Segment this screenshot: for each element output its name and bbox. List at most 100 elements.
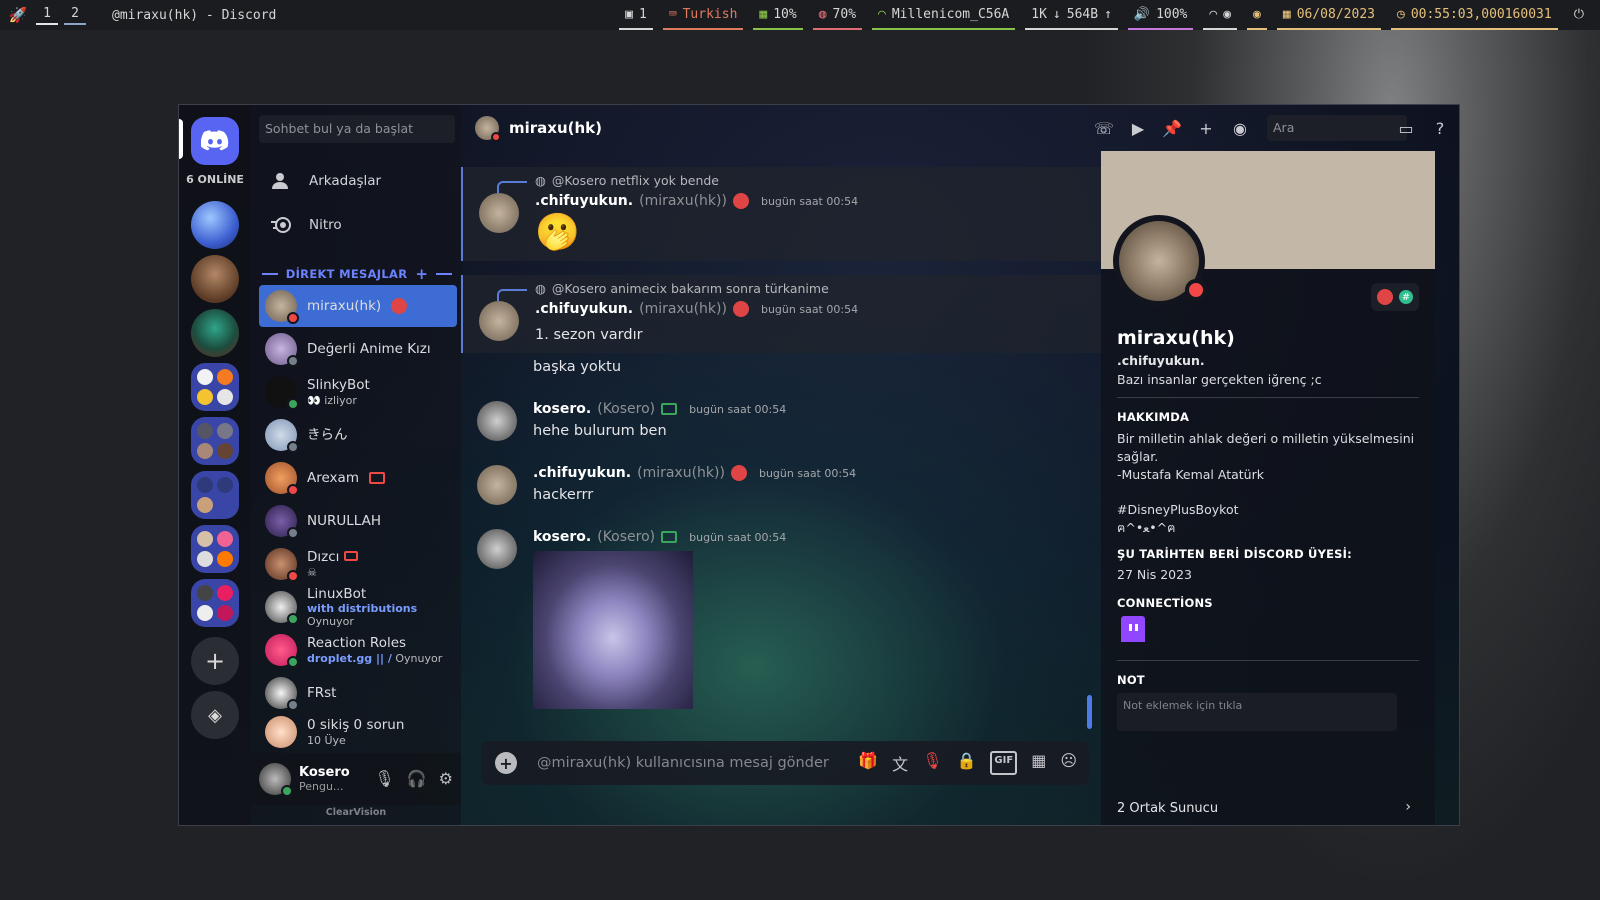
server-folder[interactable] [191,417,239,465]
message[interactable]: kosero. (Kosero) bugün saat 00:54 [461,525,1101,715]
message-avatar[interactable] [479,301,519,341]
dm-item[interactable]: FRst [259,672,457,714]
message[interactable]: kosero. (Kosero) bugün saat 00:54 hehe bul… [461,397,1101,447]
server-folder[interactable] [191,579,239,627]
profile-custom-status: Bazı insanlar gerçekten iğrenç ;c [1117,372,1322,387]
message-avatar[interactable] [479,193,519,233]
twitch-icon[interactable] [1121,615,1145,642]
voice-call-icon[interactable]: ☏ [1093,117,1115,139]
user-avatar[interactable] [259,763,293,797]
desktop-icon [368,472,385,484]
wifi-icon: ◠ [878,6,886,22]
dm-item[interactable]: Arexam [259,457,457,499]
server-folder[interactable] [191,525,239,573]
message-composer[interactable]: + @miraxu(hk) kullanıcısına mesaj gönder… [481,741,1089,785]
note-label: NOT [1117,672,1145,687]
user-panel: Kosero Pengu... 🎙 🎧 ⚙ [251,753,461,805]
chat-scrollbar[interactable] [1087,695,1092,729]
idle-inhibitor-module[interactable]: ◉ [1247,0,1267,30]
message[interactable]: .chifuyukun. (miraxu(hk)) bugün saat 00:54… [461,461,1101,511]
pin-icon[interactable]: 📌 [1161,117,1183,139]
avatar [265,634,299,668]
create-dm-plus-icon[interactable]: + [415,265,428,283]
nav-friends[interactable]: Arkadaşlar [259,161,455,201]
launcher-icon[interactable]: 🚀 [0,6,36,24]
mutual-servers-link[interactable]: 2 Ortak Sunucu [1117,801,1218,816]
dm-item[interactable]: Dızcı ☠ [259,543,457,585]
wifi-module[interactable]: ◠ Millenicom_C56A [872,0,1016,30]
wifi-tray-icon[interactable]: ◠ [1209,7,1217,22]
dm-item[interactable]: SlinkyBot 👀 izliyor [259,371,457,413]
message-avatar[interactable] [477,465,517,505]
no-entry-badge-icon[interactable] [1377,289,1393,305]
video-call-icon[interactable]: ▶ [1127,117,1149,139]
discord-tray-icon[interactable]: ◉ [1223,7,1231,22]
role-badge-icon [730,465,747,481]
keyboard-layout-module[interactable]: ⌨ Turkish [662,0,744,30]
dm-item[interactable]: きらん [259,414,457,456]
dm-item[interactable]: 0 sikiş 0 sorun 10 Üye [259,715,457,749]
reply-avatar-icon: ◍ [535,281,546,296]
lock-icon[interactable]: 🔒 [957,751,977,775]
sticker-icon[interactable]: ▦ [1031,751,1046,775]
current-username: Kosero [299,765,350,780]
explore-servers-button[interactable]: ◈ [191,691,239,739]
message-input[interactable]: @miraxu(hk) kullanıcısına mesaj gönder [537,755,829,771]
message[interactable]: ◍ @Kosero animecix bakarım sonra türkanim… [461,275,1101,353]
dm-item[interactable]: Değerli Anime Kızı [259,328,457,370]
server-icon[interactable] [191,255,239,303]
note-input[interactable]: Not eklemek için tıkla [1117,692,1397,731]
dnd-status-icon [1185,279,1207,301]
dnd-status-icon [287,312,299,324]
message-avatar[interactable] [477,529,517,569]
message-image-attachment[interactable] [533,551,693,709]
dm-item-miraxu[interactable]: miraxu(hk) [259,285,457,327]
reply-preview[interactable]: ◍ @Kosero netflix yok bende [497,173,719,193]
help-icon[interactable]: ? [1429,117,1451,139]
workspace-2[interactable]: 2 [64,6,86,25]
dm-item[interactable]: LinuxBot with distributions Oynuyor [259,586,457,628]
discord-home-button[interactable] [191,117,239,165]
reply-avatar-icon: ◍ [535,173,546,188]
message-avatar[interactable] [477,401,517,441]
connections-label: CONNECTİONS [1117,595,1213,610]
profile-username: .chifuyukun. [1117,353,1205,368]
nav-nitro[interactable]: Nitro [259,205,455,245]
message[interactable]: başka yoktu [461,357,1101,383]
hashtag-badge-icon[interactable]: # [1399,290,1413,304]
workspace-1[interactable]: 1 [36,6,58,25]
clock-module: ◷ 00:55:03,000160031 [1390,0,1558,30]
server-icon[interactable] [191,309,239,357]
emoji-message: 🫢 [535,212,580,253]
mute-mic-icon[interactable]: 🎙 [922,751,942,775]
emoji-icon[interactable]: ☹ [1060,751,1077,775]
dm-item[interactable]: NURULLAH [259,500,457,542]
add-friend-icon[interactable]: + [1195,117,1217,139]
mute-mic-icon[interactable]: 🎙 [374,769,394,788]
dnd-status-icon [287,570,299,582]
dm-item[interactable]: Reaction Roles droplet.gg || / Oynuyor [259,629,457,671]
add-server-button[interactable]: + [191,637,239,685]
server-folder[interactable] [191,363,239,411]
reply-preview[interactable]: ◍ @Kosero animecix bakarım sonra türkanim… [497,281,829,301]
power-module[interactable]: ⏻ [1568,0,1590,30]
upload-plus-icon[interactable]: + [495,752,517,774]
message-list: ◍ @Kosero netflix yok bende .chifuyukun.(… [461,151,1101,751]
chat-search-input[interactable]: Ara [1267,115,1407,141]
volume-module[interactable]: 🔊 100% [1127,0,1194,30]
dm-search-input[interactable]: Sohbet bul ya da başlat [259,115,455,143]
user-profile-icon[interactable]: ◉ [1229,117,1251,139]
chat-title: miraxu(hk) [509,119,603,137]
gift-icon[interactable]: 🎁 [858,751,878,775]
server-icon[interactable] [191,201,239,249]
headphones-icon[interactable]: 🎧 [407,769,427,788]
avatar [265,419,299,453]
gif-button[interactable]: GIF [990,751,1018,775]
message[interactable]: ◍ @Kosero netflix yok bende .chifuyukun.(… [461,167,1101,261]
chevron-right-icon[interactable]: › [1405,799,1411,815]
inbox-icon[interactable]: ▭ [1395,117,1417,139]
translate-icon[interactable]: 文 [892,751,908,775]
gear-icon[interactable]: ⚙ [439,769,453,788]
memory-icon: ◍ [818,6,827,22]
server-folder[interactable] [191,471,239,519]
